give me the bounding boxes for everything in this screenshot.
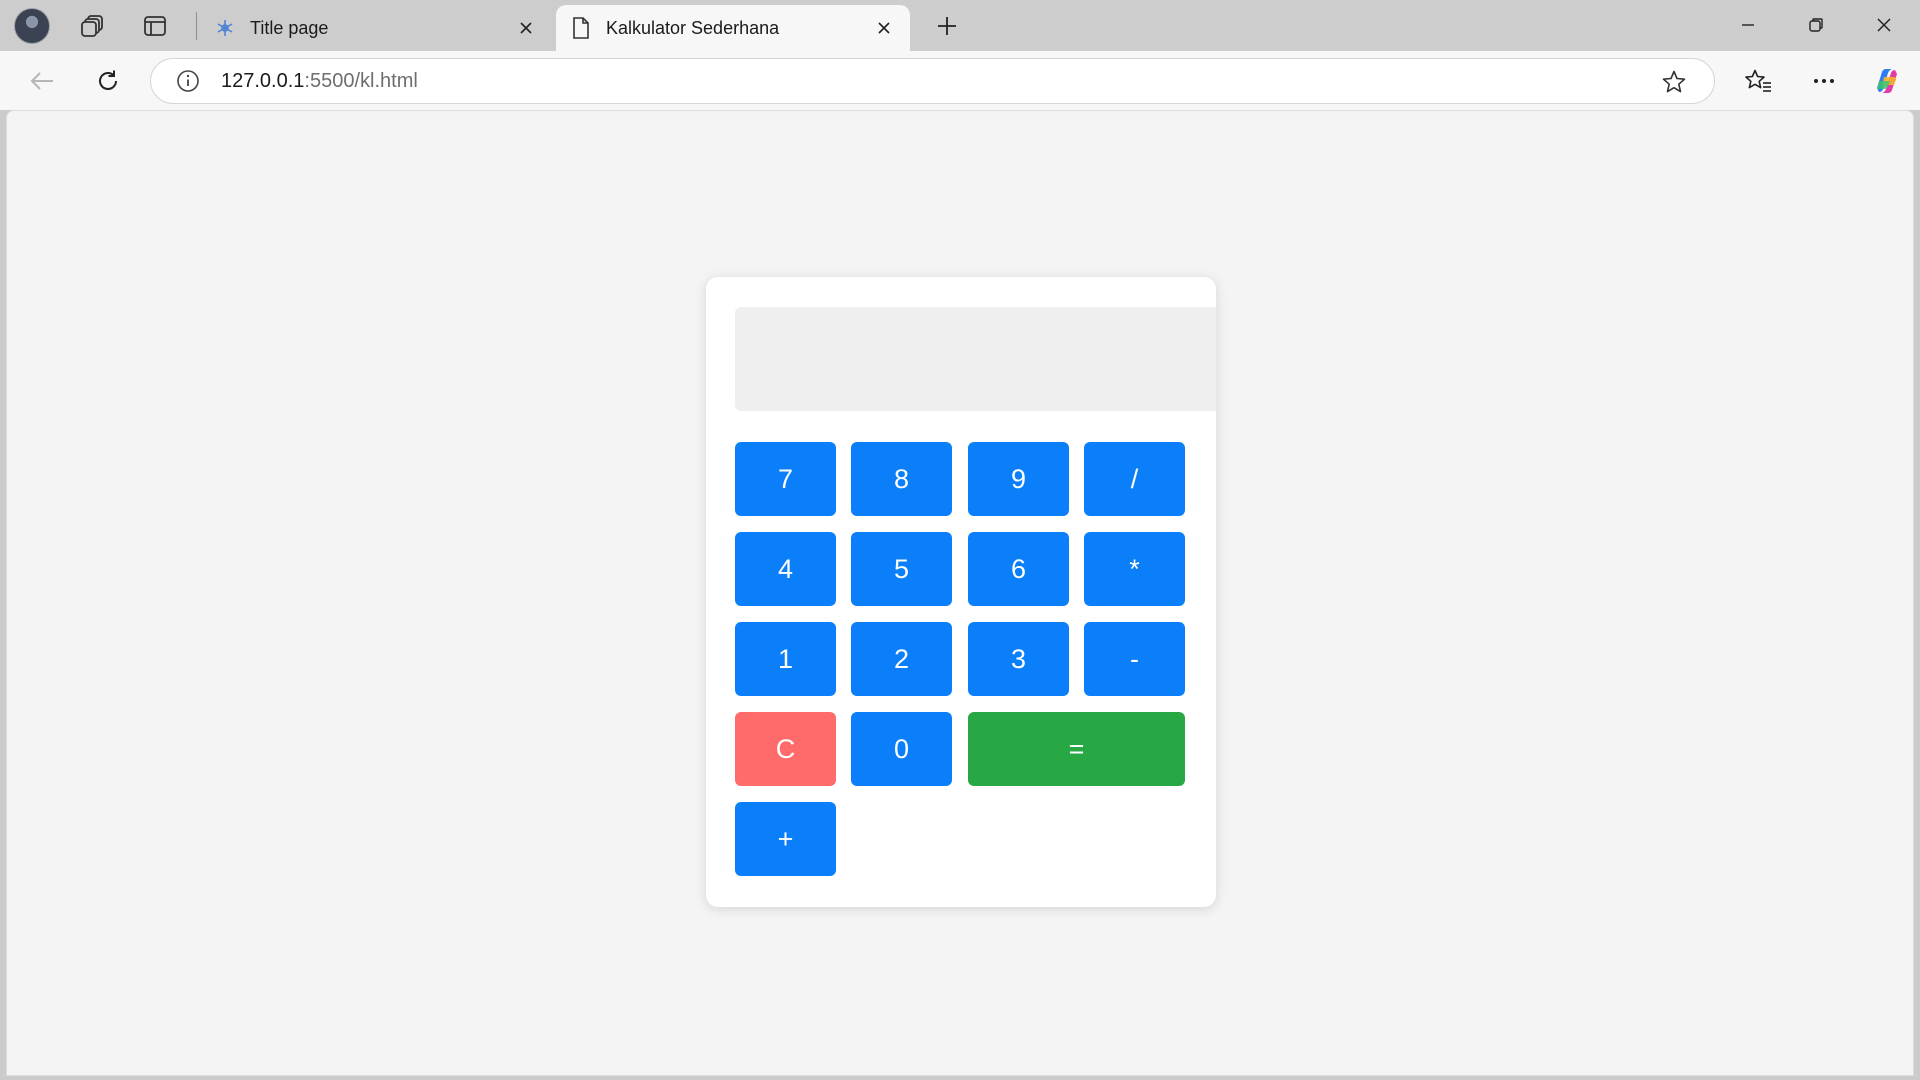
key-4[interactable]: 4 <box>735 532 836 606</box>
page-viewport: 7 8 9 / 4 5 6 * 1 2 3 - C 0 = + <box>6 110 1914 1076</box>
calculator: 7 8 9 / 4 5 6 * 1 2 3 - C 0 = + <box>706 277 1216 907</box>
key-7[interactable]: 7 <box>735 442 836 516</box>
key-6[interactable]: 6 <box>968 532 1069 606</box>
url-path: :5500/kl.html <box>304 69 418 92</box>
tab-label: Kalkulator Sederhana <box>606 17 780 38</box>
tab-title-page[interactable]: Title page <box>200 5 552 51</box>
calculator-display <box>735 307 1216 411</box>
close-icon[interactable] <box>872 16 896 40</box>
url-host: 127.0.0.1 <box>221 69 305 92</box>
restore-button[interactable] <box>1782 0 1850 50</box>
url-text: 127.0.0.1:5500/kl.html <box>221 70 418 93</box>
minimize-button[interactable] <box>1714 0 1782 50</box>
copilot-icon[interactable] <box>1868 62 1906 100</box>
vertical-tabs-icon[interactable] <box>138 9 172 43</box>
key-clear[interactable]: C <box>735 712 836 786</box>
key-minus[interactable]: - <box>1084 622 1185 696</box>
more-options-icon[interactable] <box>1805 62 1843 100</box>
document-icon <box>570 17 592 39</box>
key-5[interactable]: 5 <box>851 532 952 606</box>
key-1[interactable]: 1 <box>735 622 836 696</box>
profile-avatar[interactable] <box>14 8 50 44</box>
key-plus[interactable]: + <box>735 802 836 876</box>
favorite-star-icon[interactable] <box>1658 66 1690 98</box>
key-multiply[interactable]: * <box>1084 532 1185 606</box>
key-8[interactable]: 8 <box>851 442 952 516</box>
tab-kalkulator[interactable]: Kalkulator Sederhana <box>556 5 910 51</box>
tab-strip: Title page Kalkulator Sederhana <box>0 0 1920 51</box>
refresh-button[interactable] <box>89 62 127 100</box>
tab-label: Title page <box>250 17 329 38</box>
new-tab-button[interactable] <box>930 9 964 43</box>
close-window-button[interactable] <box>1850 0 1918 50</box>
browser-toolbar: 127.0.0.1:5500/kl.html <box>0 51 1920 110</box>
close-icon[interactable] <box>514 16 538 40</box>
key-9[interactable]: 9 <box>968 442 1069 516</box>
site-info-icon[interactable] <box>173 66 203 96</box>
tab-separator <box>196 12 197 40</box>
workspaces-icon[interactable] <box>76 9 110 43</box>
key-divide[interactable]: / <box>1084 442 1185 516</box>
key-0[interactable]: 0 <box>851 712 952 786</box>
back-button[interactable] <box>23 62 61 100</box>
key-2[interactable]: 2 <box>851 622 952 696</box>
key-equals[interactable]: = <box>968 712 1185 786</box>
favorites-icon[interactable] <box>1740 62 1778 100</box>
key-3[interactable]: 3 <box>968 622 1069 696</box>
snowflake-icon <box>214 17 236 39</box>
address-bar[interactable]: 127.0.0.1:5500/kl.html <box>150 58 1715 104</box>
